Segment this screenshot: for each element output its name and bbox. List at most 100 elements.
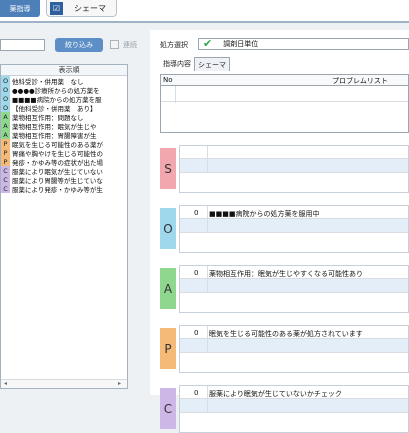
prescription-row: 処方選択 ✔ 調剤日単位 [160,38,409,51]
list-item-text: 服薬により発疹・かゆみ等が生 [12,185,103,194]
soap-row-highlight[interactable] [180,219,408,233]
list-item-text: 薬物相互作用：眠気が生じや [12,122,97,131]
soap-section-o: O 0 ■■■■病院からの処方薬を服用中 [160,205,409,253]
continuous-label: 連続 [123,41,137,49]
soap-row-highlight[interactable] [180,399,408,413]
list-item-text: 服薬により胃腸等が生じていな [12,176,103,185]
col-problem-list: プロブレムリスト [332,77,388,85]
list-item[interactable]: C 服薬により発疹・かゆみ等が生 [1,184,127,193]
soap-section-a: A 0 薬物相互作用：眠気が生じやすくなる可能性あり [160,265,409,313]
soap-section-s: S [160,145,409,193]
problem-table-header: No プロブレムリスト [160,74,409,86]
soap-row-highlight[interactable] [180,339,408,353]
list-item-text: 発疹・かゆみ等の症状が出た場 [12,158,103,167]
list-item[interactable]: O ■■■■病院からの処方薬を服 [1,94,127,103]
list-item-text: 眠気を生じる可能性のある薬が [12,140,103,149]
soap-tag-badge: A [1,121,10,130]
soap-entry-area[interactable]: 0 眠気を生じる可能性のある薬が処方されています [179,325,409,373]
soap-text: 眠気を生じる可能性のある薬が処方されています [209,330,363,338]
tab-guidance[interactable]: 指導内容 [160,57,194,71]
soap-tag-badge: A [1,112,10,121]
list-item[interactable]: P 胃痛や胸やけを生じる可能性の [1,148,127,157]
soap-entry-area[interactable]: 0 薬物相互作用：眠気が生じやすくなる可能性あり [179,265,409,313]
soap-tag-badge: P [1,139,10,148]
list-item[interactable]: A 薬物相互作用：眠気が生じや [1,121,127,130]
filter-button[interactable]: 絞り込み [55,38,103,52]
soap-tag-badge: A [1,130,10,139]
list-item[interactable]: O ●●●●診療所からの処方薬を [1,85,127,94]
scroll-right-icon[interactable]: ▸ [118,380,121,387]
soap-row[interactable] [180,146,408,159]
soap-col-divider [207,326,208,353]
checklist-icon: ☑ [50,1,63,15]
soap-section-p: P 0 眠気を生じる可能性のある薬が処方されています [160,325,409,373]
soap-text: 服薬により眠気が生じていないかチェック [209,390,342,398]
soap-letter: P [160,328,176,369]
soap-text: 薬物相互作用：眠気が生じやすくなる可能性あり [209,270,363,278]
problem-table[interactable] [160,86,409,133]
soap-tag-badge: C [1,166,10,175]
scroll-left-icon[interactable]: ◂ [4,380,7,387]
check-icon: ✔ [203,37,213,50]
soap-tag-badge: O [1,94,10,103]
toolbar-divider [0,21,409,23]
soap-letter: S [160,148,176,189]
tab-bar: 指導内容 シェーマ [160,57,230,71]
list-item[interactable]: A 薬物相互作用：胃腸障害が生 [1,130,127,139]
prescription-value: 調剤日単位 [223,40,259,48]
list-item-text: 薬物相互作用：胃腸障害が生 [12,131,97,140]
right-panel: 処方選択 ✔ 調剤日単位 指導内容 シェーマ No プロブレムリスト S O 0 ■■… [150,30,409,433]
soap-entry-area[interactable]: 0 服薬により眠気が生じていないかチェック [179,385,409,433]
soap-number: 0 [194,329,199,337]
soap-number: 0 [194,209,199,217]
soap-row-highlight[interactable] [180,279,408,293]
soap-number: 0 [194,389,199,397]
soap-entry-area[interactable] [179,145,409,193]
soap-tag-badge: P [1,148,10,157]
tab-schema[interactable]: シェーマ [194,57,230,71]
list-item[interactable]: C 服薬により眠気が生じていない [1,166,127,175]
prescription-label: 処方選択 [160,41,188,49]
list-item-text: 薬物相互作用：問題なし [12,113,84,122]
table-row[interactable] [161,90,408,102]
soap-tag-badge: O [1,76,10,85]
guidance-button[interactable]: 薬指導 [0,0,40,17]
soap-tag-badge: C [1,175,10,184]
list-item[interactable]: A 薬物相互作用：問題なし [1,112,127,121]
soap-letter: A [160,268,176,309]
soap-tag-badge: O [1,85,10,94]
list-item-text: 【他科受診・併用薬 あり】 [12,104,97,113]
list-item[interactable]: O 【他科受診・併用薬 あり】 [1,103,127,112]
col-no: No [163,76,173,84]
soap-letter: C [160,388,176,429]
soap-tag-badge: P [1,157,10,166]
list-item-text: 他科受診・併用薬 なし [12,77,84,86]
list-item[interactable]: C 服薬により胃腸等が生じていな [1,175,127,184]
soap-row-highlight[interactable] [180,159,408,173]
list-item-text: ■■■■病院からの処方薬を服 [12,95,102,104]
template-list[interactable]: 表示順 O 他科受診・併用薬 なし O ●●●●診療所からの処方薬を O ■■■■病院から… [0,64,128,389]
list-item-text: ●●●●診療所からの処方薬を [12,86,100,95]
list-item-text: 服薬により眠気が生じていない [12,167,103,176]
soap-tag-badge: O [1,103,10,112]
list-item[interactable]: P 発疹・かゆみ等の症状が出た場 [1,157,127,166]
list-header: 表示順 [1,65,127,76]
continuous-checkbox[interactable] [110,40,119,49]
soap-entry-area[interactable]: 0 ■■■■病院からの処方薬を服用中 [179,205,409,253]
left-panel: 絞り込み 連続 表示順 O 他科受診・併用薬 なし O ●●●●診療所からの処方薬を O… [0,30,148,395]
soap-number: 0 [194,269,199,277]
list-item[interactable]: O 他科受診・併用薬 なし [1,76,127,85]
list-item[interactable]: P 眠気を生じる可能性のある薬が [1,139,127,148]
soap-col-divider [207,266,208,293]
schema-button[interactable]: ☑ シェーマ [46,0,117,17]
schema-button-label: シェーマ [74,3,106,13]
list-item-text: 胃痛や胸やけを生じる可能性の [12,149,103,158]
horizontal-scrollbar[interactable]: ◂ ▸ [1,379,127,388]
soap-col-divider [207,386,208,413]
filter-input[interactable] [0,39,45,51]
prescription-select[interactable]: ✔ 調剤日単位 [198,38,409,50]
soap-text: ■■■■病院からの処方薬を服用中 [209,210,320,218]
soap-col-divider [207,146,208,173]
top-toolbar: 薬指導 ☑ シェーマ [0,0,409,22]
soap-tag-badge: C [1,184,10,193]
